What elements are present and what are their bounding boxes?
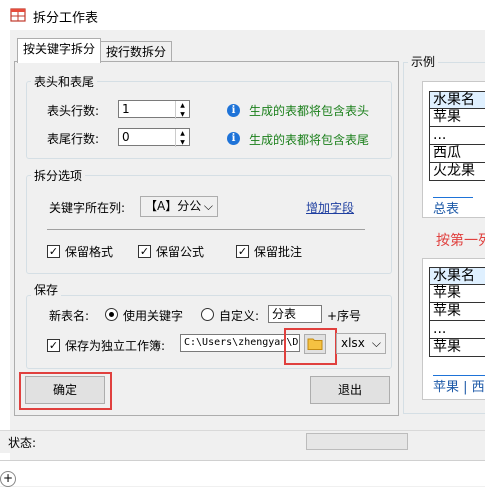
keep-comment-checkbox[interactable]: ✓: [236, 245, 249, 258]
sample-cell: ...: [429, 127, 485, 145]
example-bottom-sheet: 水果名 苹果 苹果 ... 苹果 苹果 | 西: [422, 258, 485, 400]
use-keyword-radio[interactable]: [105, 308, 118, 321]
sample-cell: ...: [429, 321, 485, 339]
sample-sheet-tab: 苹果: [433, 380, 460, 395]
key-column-value: 【A】分公: [145, 199, 202, 213]
sample-sheet-tab: 总表: [433, 197, 473, 217]
folder-icon: [307, 338, 323, 350]
example-top-sheet: 水果名 苹果 ... 西瓜 火龙果 总表: [422, 81, 485, 218]
footer-rows-label: 表尾行数:: [47, 132, 100, 146]
custom-name-input[interactable]: 分表: [268, 305, 322, 323]
file-format-select[interactable]: xlsx ⌵: [336, 333, 386, 354]
sample-cell: 西瓜: [429, 145, 485, 163]
example-legend: 示例: [408, 53, 439, 70]
split-options-legend: 拆分选项: [31, 167, 86, 184]
status-bar: [0, 430, 485, 453]
keep-format-checkbox[interactable]: ✓: [47, 245, 60, 258]
chevron-down-icon: ⌵: [371, 336, 381, 350]
header-hint: 生成的表都将包含表头: [249, 104, 370, 118]
footer-rows-value: 0: [122, 130, 130, 144]
keep-formula-checkbox[interactable]: ✓: [138, 245, 151, 258]
app-icon: [10, 7, 26, 23]
footer-rows-spinner[interactable]: ▲ ▼: [175, 129, 189, 147]
exit-button[interactable]: 退出: [310, 376, 390, 404]
example-split-label: 按第一列: [436, 233, 485, 249]
header-rows-spinner[interactable]: ▲ ▼: [175, 101, 189, 119]
key-column-label: 关键字所在列:: [49, 201, 126, 215]
tab-keyword-split[interactable]: 按关键字拆分: [17, 38, 101, 63]
custom-name-radio[interactable]: [201, 308, 214, 321]
tab-rowcount-split[interactable]: 按行数拆分: [100, 41, 172, 62]
use-keyword-label: 使用关键字: [123, 309, 184, 323]
save-legend: 保存: [31, 281, 62, 298]
sample-sheet-tab: 西: [471, 380, 485, 395]
sample-cell: 水果名: [429, 267, 485, 285]
save-separate-label: 保存为独立工作簿:: [65, 339, 166, 353]
sample-cell: 苹果: [429, 339, 485, 357]
ok-button[interactable]: 确定: [25, 376, 105, 404]
info-icon: i: [227, 104, 240, 117]
header-footer-legend: 表头和表尾: [31, 73, 98, 90]
footer-rows-input[interactable]: 0 ▲ ▼: [118, 128, 190, 147]
header-rows-label: 表头行数:: [47, 104, 100, 118]
save-separate-checkbox[interactable]: ✓: [47, 339, 60, 352]
sample-cell: 苹果: [429, 285, 485, 303]
keep-formula-label: 保留公式: [156, 245, 205, 259]
sample-sheet-tabs: 苹果 | 西: [433, 375, 485, 395]
add-field-link[interactable]: 增加字段: [306, 199, 354, 216]
chevron-down-icon: ⌵: [203, 199, 213, 213]
new-name-label: 新表名:: [49, 309, 90, 323]
background-sheet-strip: [0, 0, 10, 460]
file-format-value: xlsx: [341, 336, 365, 350]
info-icon: i: [227, 132, 240, 145]
sequence-suffix-label: +序号: [327, 309, 362, 323]
key-column-select[interactable]: 【A】分公 ⌵: [140, 196, 218, 217]
footer-hint: 生成的表都将包含表尾: [249, 133, 370, 147]
sample-cell: 火龙果: [429, 163, 485, 181]
divider: [47, 229, 365, 230]
keep-format-label: 保留格式: [65, 245, 114, 259]
progress-bar: [306, 433, 408, 450]
sample-cell: 苹果: [429, 303, 485, 321]
sample-cell: 苹果: [429, 109, 485, 127]
save-path-input[interactable]: C:\Users\zhengyan\De: [180, 334, 300, 352]
header-rows-value: 1: [122, 102, 130, 116]
browse-folder-button[interactable]: [304, 334, 326, 354]
window-title: 拆分工作表: [33, 11, 99, 26]
sheet-tab-strip: [0, 460, 485, 486]
sample-cell: 水果名: [429, 91, 485, 109]
keep-comment-label: 保留批注: [254, 245, 303, 259]
header-rows-input[interactable]: 1 ▲ ▼: [118, 100, 190, 119]
status-label: 状态:: [8, 436, 37, 450]
custom-name-label: 自定义:: [219, 309, 260, 323]
